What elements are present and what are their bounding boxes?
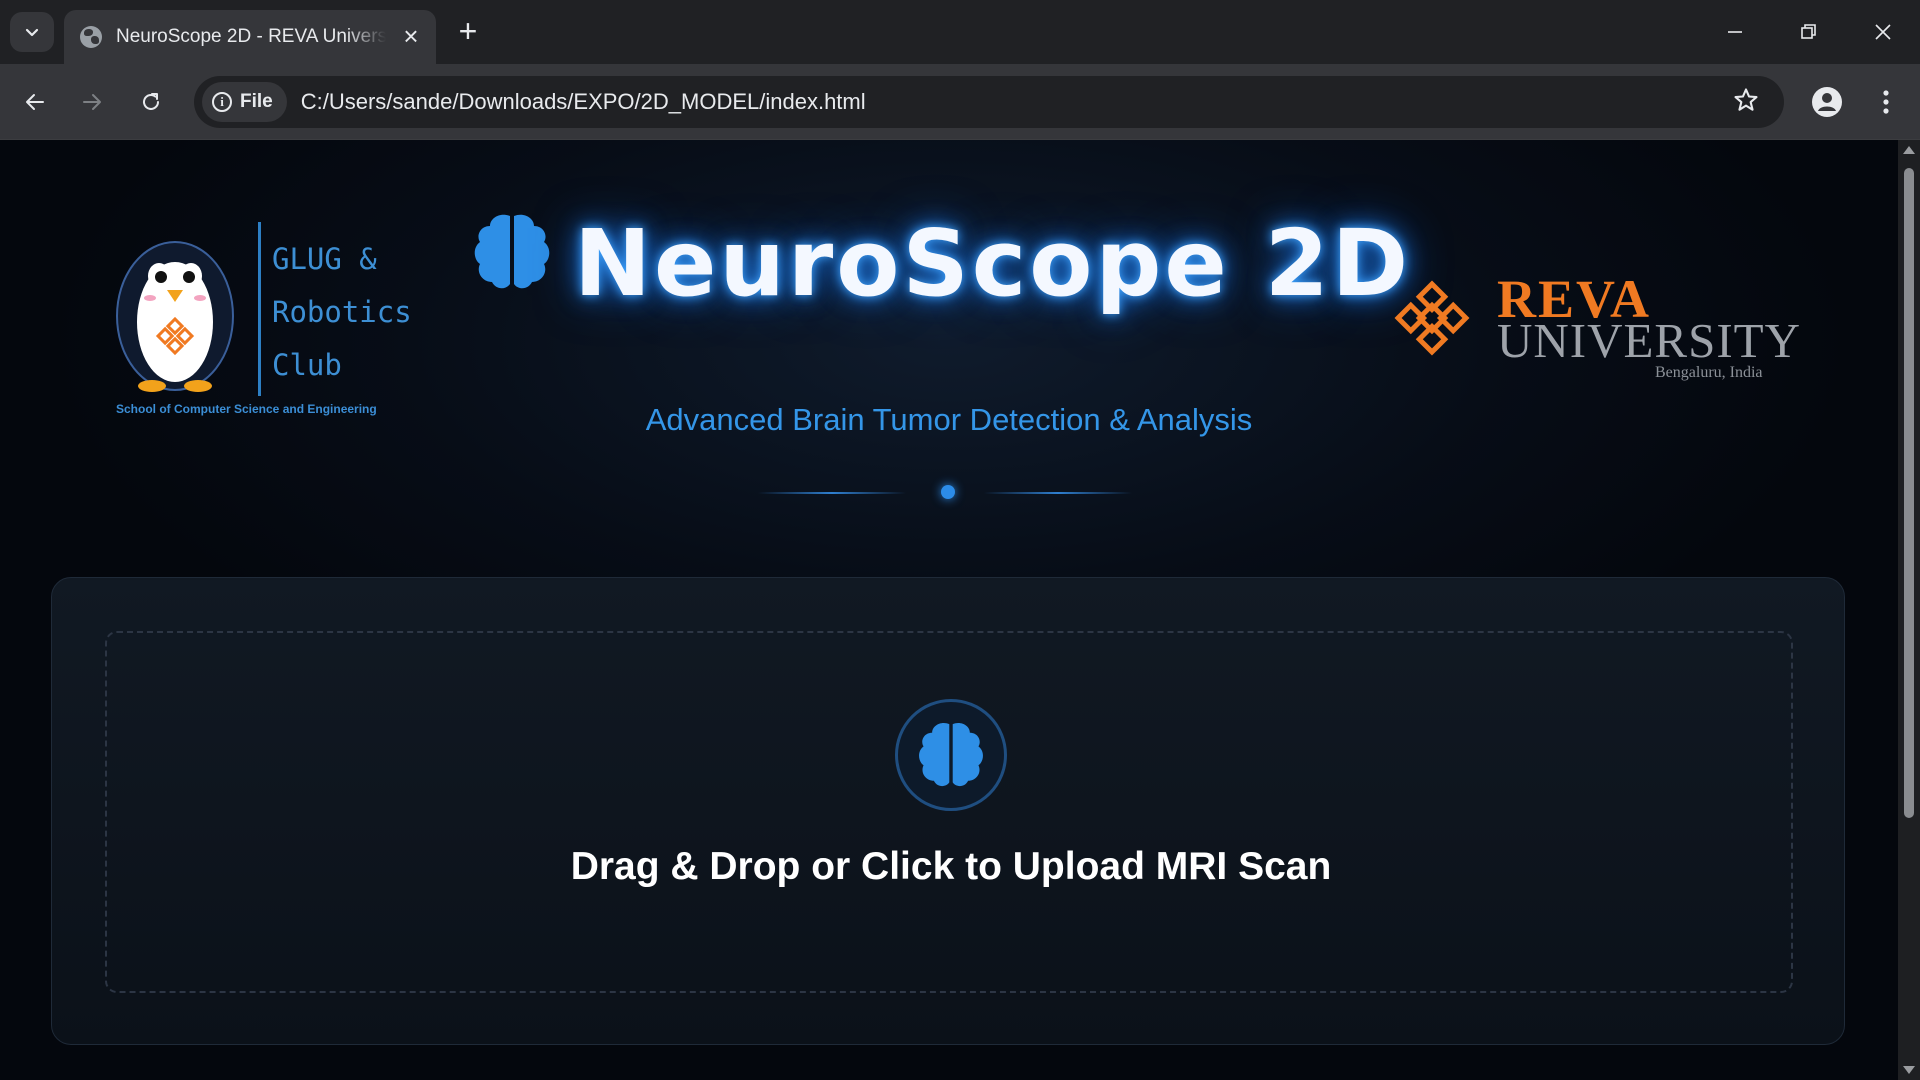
tab-title: NeuroScope 2D - REVA University	[116, 26, 386, 47]
url-text[interactable]: C:/Users/sande/Downloads/EXPO/2D_MODEL/i…	[301, 89, 866, 115]
restore-button[interactable]	[1772, 0, 1846, 64]
upload-prompt: Drag & Drop or Click to Upload MRI Scan	[570, 845, 1332, 888]
reva-knot-logo-icon	[1394, 280, 1470, 356]
upload-brain-icon	[895, 699, 1007, 811]
reva-location: Bengaluru, India	[1655, 364, 1763, 381]
close-icon	[1875, 24, 1891, 40]
scroll-thumb[interactable]	[1904, 168, 1914, 818]
minimize-button[interactable]	[1698, 0, 1772, 64]
restore-icon	[1801, 24, 1816, 39]
club-logo: GLUG & Robotics Club School of Computer …	[106, 218, 426, 418]
tab-strip: NeuroScope 2D - REVA University × +	[0, 0, 1920, 64]
address-bar[interactable]: i File C:/Users/sande/Downloads/EXPO/2D_…	[194, 76, 1784, 128]
minimize-icon	[1728, 31, 1742, 33]
browser-tab[interactable]: NeuroScope 2D - REVA University ×	[64, 10, 436, 64]
globe-icon	[80, 26, 102, 48]
chevron-down-icon	[25, 28, 39, 37]
club-logo-divider	[258, 222, 261, 396]
avatar-icon	[1812, 87, 1842, 117]
info-icon: i	[212, 92, 232, 112]
divider-line-right	[984, 492, 1132, 494]
page-viewport: GLUG & Robotics Club School of Computer …	[0, 140, 1898, 1080]
club-name-line2: Robotics	[272, 295, 412, 329]
site-chip-label: File	[240, 91, 273, 112]
scroll-up-arrow-icon[interactable]	[1903, 146, 1915, 154]
reva-university-label: UNIVERSITY	[1497, 313, 1801, 368]
divider-dot	[941, 485, 955, 499]
back-button[interactable]	[15, 82, 55, 122]
forward-button[interactable]	[72, 82, 112, 122]
arrow-right-icon	[83, 94, 101, 110]
app-title: NeuroScope 2D	[574, 210, 1412, 317]
divider-line-left	[758, 492, 906, 494]
site-info-chip[interactable]: i File	[202, 82, 287, 122]
brain-icon	[474, 214, 550, 289]
club-name-line3: Club	[272, 348, 342, 382]
page-scrollbar[interactable]	[1898, 140, 1920, 1080]
tab-close-icon[interactable]: ×	[398, 23, 424, 50]
more-vert-icon	[1883, 90, 1889, 114]
club-name-line1: GLUG &	[272, 242, 377, 276]
close-window-button[interactable]	[1846, 0, 1920, 64]
reload-icon	[143, 93, 159, 110]
mri-dropzone[interactable]: Drag & Drop or Click to Upload MRI Scan	[105, 631, 1793, 993]
arrow-left-icon	[26, 94, 44, 110]
app-subtitle: Advanced Brain Tumor Detection & Analysi…	[645, 402, 1253, 437]
browser-menu-button[interactable]	[1868, 81, 1904, 123]
new-tab-button[interactable]: +	[450, 14, 486, 50]
reload-button[interactable]	[131, 82, 171, 122]
browser-toolbar: i File C:/Users/sande/Downloads/EXPO/2D_…	[0, 64, 1920, 140]
penguin-mascot-icon	[116, 241, 234, 392]
tab-search-button[interactable]	[10, 12, 54, 52]
scroll-down-arrow-icon[interactable]	[1903, 1066, 1915, 1074]
upload-card: Drag & Drop or Click to Upload MRI Scan	[51, 577, 1845, 1045]
profile-button[interactable]	[1806, 81, 1848, 123]
bookmark-star-icon[interactable]	[1732, 86, 1760, 119]
